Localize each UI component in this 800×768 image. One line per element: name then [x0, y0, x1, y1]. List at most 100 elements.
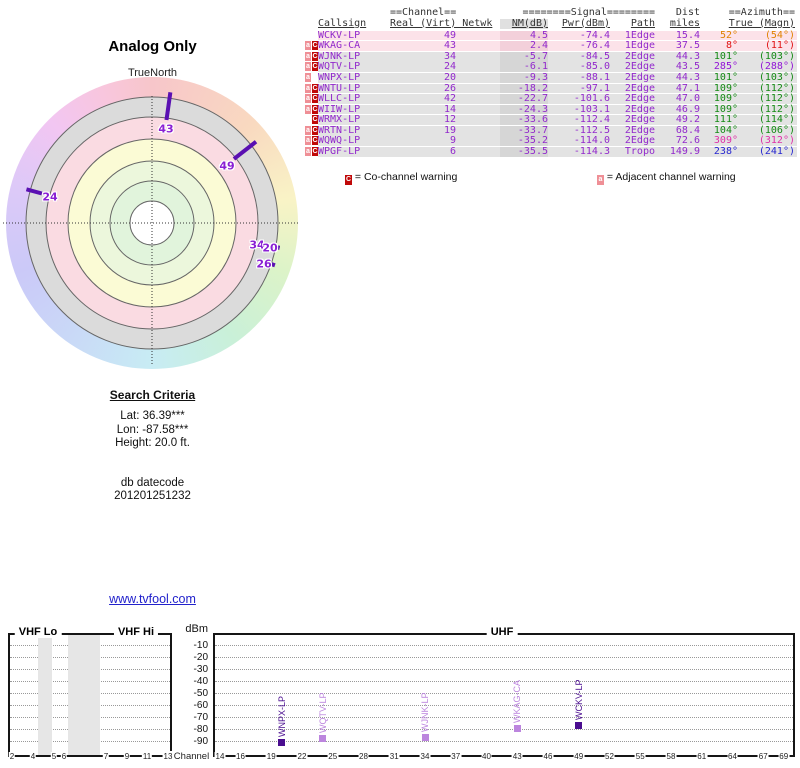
gridline: [215, 717, 793, 718]
bar-callsign-label: WQTV-LP: [317, 692, 328, 733]
real-channel-cell: 12: [443, 114, 456, 126]
miles-cell: 37.5: [675, 40, 700, 52]
uhf-channel-tick: 16: [235, 752, 246, 761]
height-value: Height: 20.0 ft.: [115, 437, 190, 449]
vhf-channel-tick: 6: [60, 752, 68, 761]
nm-db-cell: -5.7: [500, 52, 548, 62]
power-dbm-cell: -112.5: [573, 124, 610, 136]
dbm-tick-label: -30: [193, 664, 208, 675]
warning-badges: C: [305, 115, 318, 125]
table-row: a C WJNK-LP 34 -5.7 -84.5 2Edge 44.3 101° (103°): [305, 52, 797, 62]
real-virt-column-header: Real (Virt) Netwk: [390, 17, 493, 29]
vhf-hi-section-label: VHF Hi: [113, 626, 159, 638]
virt-netwk-cell: [456, 115, 500, 125]
vhf-channel-tick: 4: [29, 752, 37, 761]
virt-netwk-cell: [456, 84, 500, 94]
path-cell: 2Edge: [624, 72, 655, 83]
real-channel-cell: 6: [449, 146, 456, 158]
power-dbm-cell: -101.6: [573, 93, 610, 105]
uhf-channel-tick: 67: [757, 752, 769, 761]
uhf-channel-tick: 25: [327, 752, 339, 761]
path-cell: 2Edge: [624, 124, 655, 136]
uhf-section-label: UHF: [486, 626, 518, 638]
miles-cell: 47.1: [675, 82, 700, 94]
adjacent-channel-badge: a: [305, 136, 311, 146]
dbm-tick-label: -20: [193, 652, 208, 663]
virt-netwk-cell: [456, 31, 500, 41]
radar-channel-label: 26: [256, 257, 272, 271]
miles-column-header: miles: [669, 17, 700, 29]
callsign-cell: WCKV-LP: [318, 29, 361, 41]
magnetic-azimuth-cell: (112°): [758, 103, 795, 115]
table-group-header: ==Channel== ========Signal======== Dist …: [305, 7, 797, 19]
tvfool-link[interactable]: www.tvfool.com: [109, 592, 196, 606]
path-cell: 2Edge: [624, 61, 655, 73]
real-channel-cell: 20: [443, 72, 456, 83]
warning-badges: aC: [305, 83, 318, 94]
uhf-channel-tick: 55: [634, 752, 646, 761]
magnetic-azimuth-cell: (112°): [758, 82, 795, 94]
true-azimuth-cell: 109°: [713, 93, 738, 105]
warning-badges: a: [305, 73, 318, 83]
signal-bar: [278, 738, 285, 746]
co-channel-legend-text: = Co-channel warning: [354, 171, 458, 183]
spectrum-gap-band: [68, 635, 100, 755]
warning-badges: aC: [305, 136, 318, 147]
callsign-cell: WRTN-LP: [318, 124, 361, 136]
uhf-panel: [213, 633, 795, 757]
nm-db-cell: -6.1: [500, 62, 548, 73]
table-row: C WRMX-LP 12 -33.6 -112.4 2Edge 49.2 111° (114°): [305, 115, 797, 125]
magnetic-azimuth-cell: (103°): [758, 72, 795, 83]
table-row: a C WQWQ-LP 9 -35.2 -114.0 2Edge 72.6 309° (312°): [305, 135, 797, 147]
gridline: [215, 681, 793, 682]
miles-cell: 68.4: [675, 124, 700, 136]
vhf-channel-tick: 2: [8, 752, 16, 761]
gridline: [215, 693, 793, 694]
magnetic-azimuth-cell: (103°): [758, 50, 795, 62]
magnetic-azimuth-cell: (106°): [758, 124, 795, 136]
callsign-cell: WQWQ-LP: [318, 135, 361, 147]
channel-axis-label: Channel: [170, 751, 213, 762]
uhf-channel-tick: 19: [265, 752, 277, 761]
dbm-tick-label: -80: [193, 724, 208, 735]
true-azimuth-cell: 238°: [713, 146, 738, 158]
dbm-tick-label: -60: [193, 700, 208, 711]
pwr-column-header: Pwr(dBm): [561, 17, 610, 29]
callsign-cell: WIIW-LP: [318, 103, 361, 115]
table-row: WCKV-LP 49 4.5 -74.4 1Edge 15.4 52° (54°): [305, 29, 797, 41]
uhf-channel-tick: 58: [665, 752, 677, 761]
vhf-channel-tick: 9: [123, 752, 131, 761]
callsign-cell: WQTV-LP: [318, 61, 361, 73]
table-row: a C WRTN-LP 19 -33.7 -112.5 2Edge 68.4 104° (106°…: [305, 126, 797, 136]
adjacent-channel-badge: a: [305, 41, 311, 51]
miles-cell: 43.5: [675, 61, 700, 73]
table-row: a C WLLC-LP 42 -22.7 -101.6 2Edge 47.0 109° (112°…: [305, 94, 797, 104]
power-dbm-cell: -97.1: [579, 82, 610, 94]
real-channel-cell: 24: [443, 61, 456, 73]
db-datecode-label: db datecode: [120, 476, 185, 489]
uhf-channel-tick: 34: [419, 752, 431, 761]
azimuth-radar-plot: Analog Only TrueNorth N 434924342026: [0, 30, 305, 375]
uhf-channel-tick: 14: [214, 752, 226, 761]
dbm-tick-label: -50: [193, 688, 208, 699]
table-row: a C WIIW-LP 14 -24.3 -103.1 2Edge 46.9 109° (112°…: [305, 103, 797, 115]
gridline: [215, 645, 793, 646]
co-channel-badge: C: [345, 175, 352, 185]
uhf-channel-tick: 46: [542, 752, 554, 761]
real-channel-cell: 34: [443, 50, 456, 62]
callsign-cell: WNPX-LP: [318, 72, 361, 83]
real-channel-cell: 9: [449, 135, 456, 147]
true-azimuth-cell: 104°: [713, 124, 738, 136]
path-cell: 2Edge: [624, 103, 655, 115]
callsign-cell: WLLC-LP: [318, 93, 361, 105]
virt-netwk-cell: [456, 126, 500, 136]
adjacent-channel-badge: a: [305, 83, 311, 93]
virt-netwk-cell: [456, 105, 500, 115]
magnetic-azimuth-cell: (11°): [764, 40, 795, 52]
dbm-tick-label: -70: [193, 712, 208, 723]
gridline: [215, 729, 793, 730]
power-dbm-cell: -76.4: [579, 40, 610, 52]
warning-badges: aC: [305, 94, 318, 104]
nm-db-cell: -24.3: [500, 104, 548, 115]
uhf-channel-tick: 61: [696, 752, 708, 761]
